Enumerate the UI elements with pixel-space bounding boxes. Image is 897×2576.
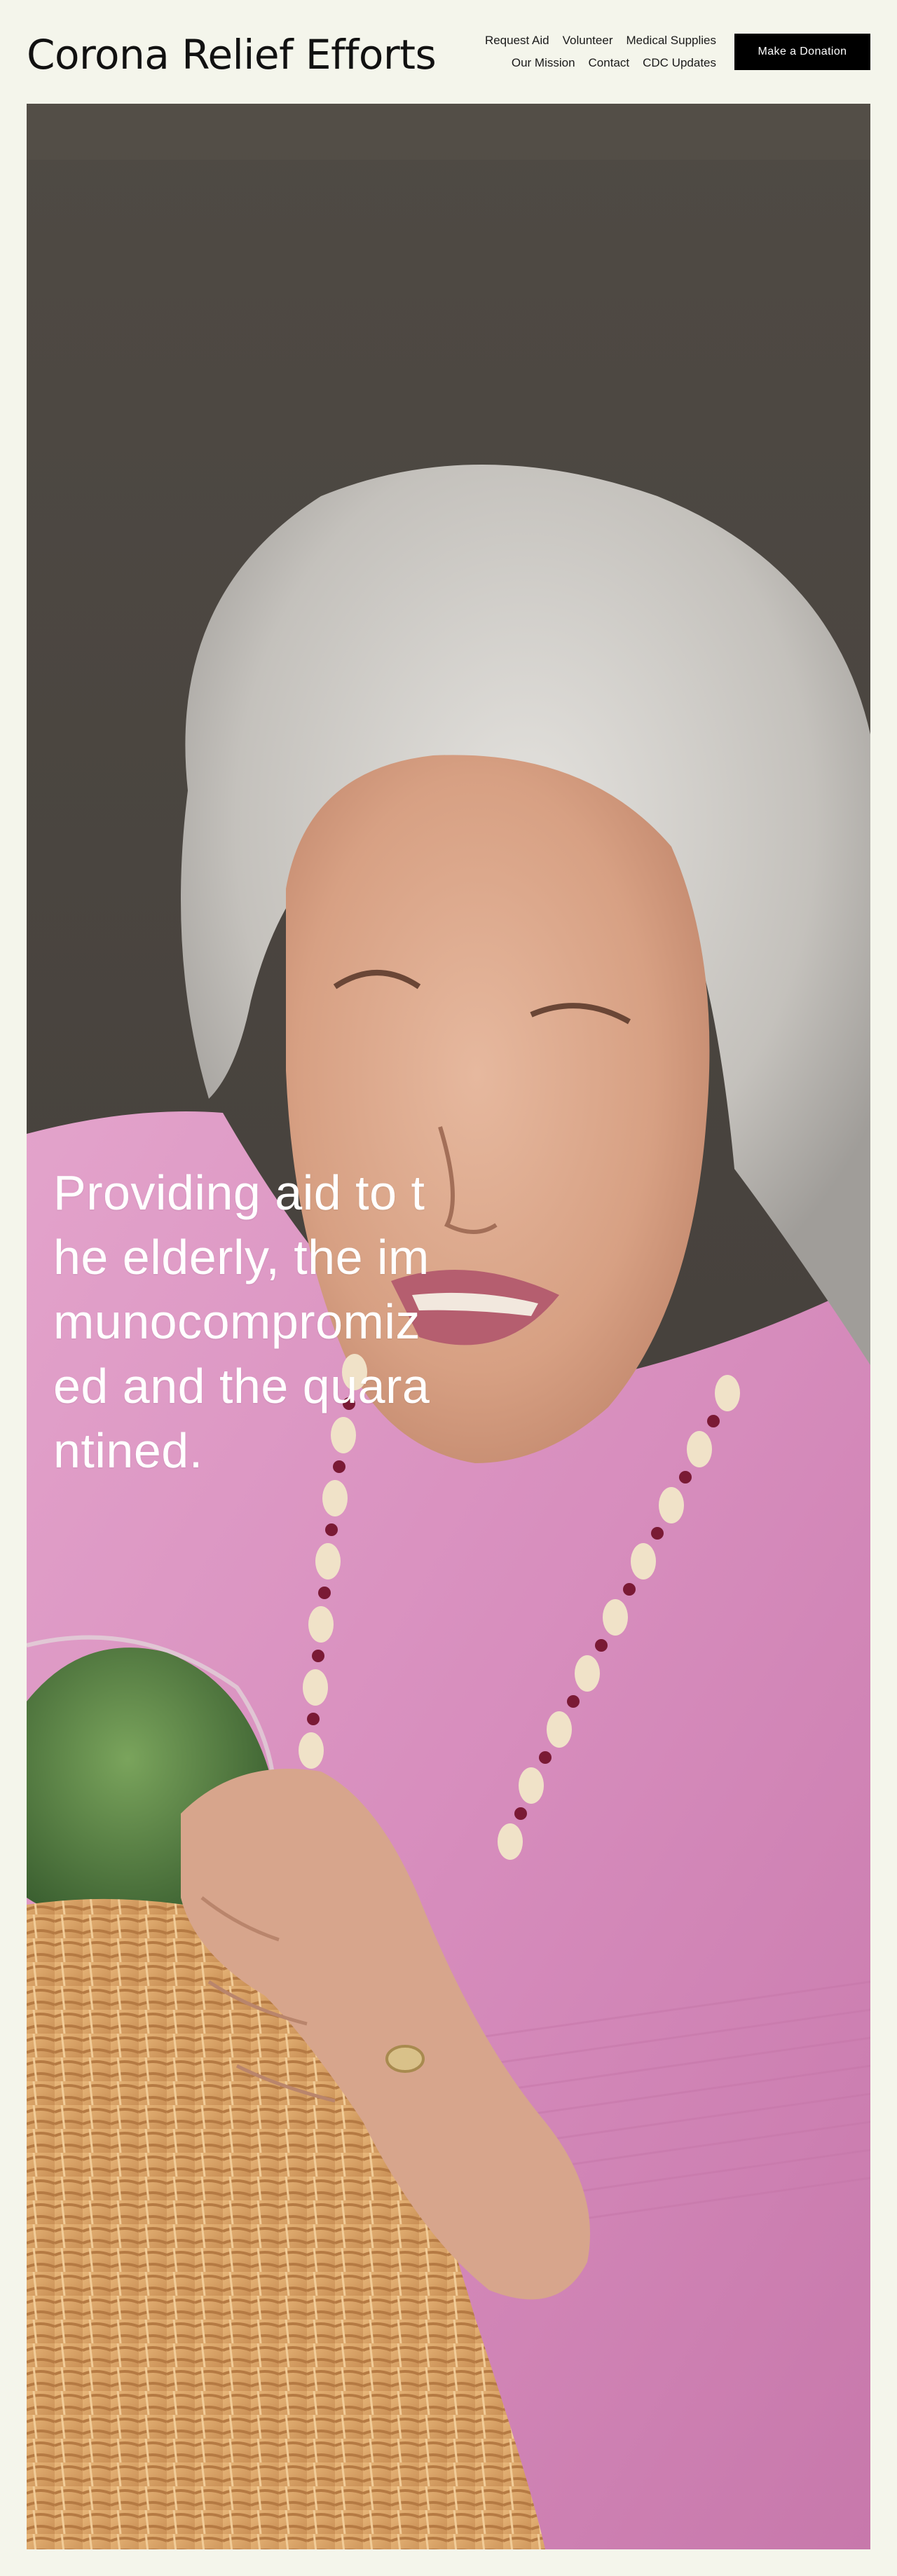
- nav-link-our-mission[interactable]: Our Mission: [512, 56, 575, 70]
- nav-link-request-aid[interactable]: Request Aid: [485, 34, 549, 48]
- nav-link-volunteer[interactable]: Volunteer: [563, 34, 613, 48]
- nav-row-secondary: Our Mission Contact CDC Updates: [450, 52, 716, 74]
- hero-heading: Providing aid to the elderly, the immuno…: [53, 1165, 430, 1478]
- nav-row-primary: Request Aid Volunteer Medical Supplies: [450, 29, 716, 52]
- nav-link-medical-supplies[interactable]: Medical Supplies: [626, 34, 716, 48]
- main-nav: Request Aid Volunteer Medical Supplies O…: [450, 29, 716, 74]
- hero-section: Providing aid to the elderly, the immuno…: [27, 104, 870, 2549]
- site-header: Corona Relief Efforts Request Aid Volunt…: [0, 0, 897, 104]
- nav-link-cdc-updates[interactable]: CDC Updates: [643, 56, 716, 70]
- make-donation-button[interactable]: Make a Donation: [734, 34, 870, 70]
- site-title[interactable]: Corona Relief Efforts: [27, 29, 437, 80]
- nav-link-contact[interactable]: Contact: [589, 56, 630, 70]
